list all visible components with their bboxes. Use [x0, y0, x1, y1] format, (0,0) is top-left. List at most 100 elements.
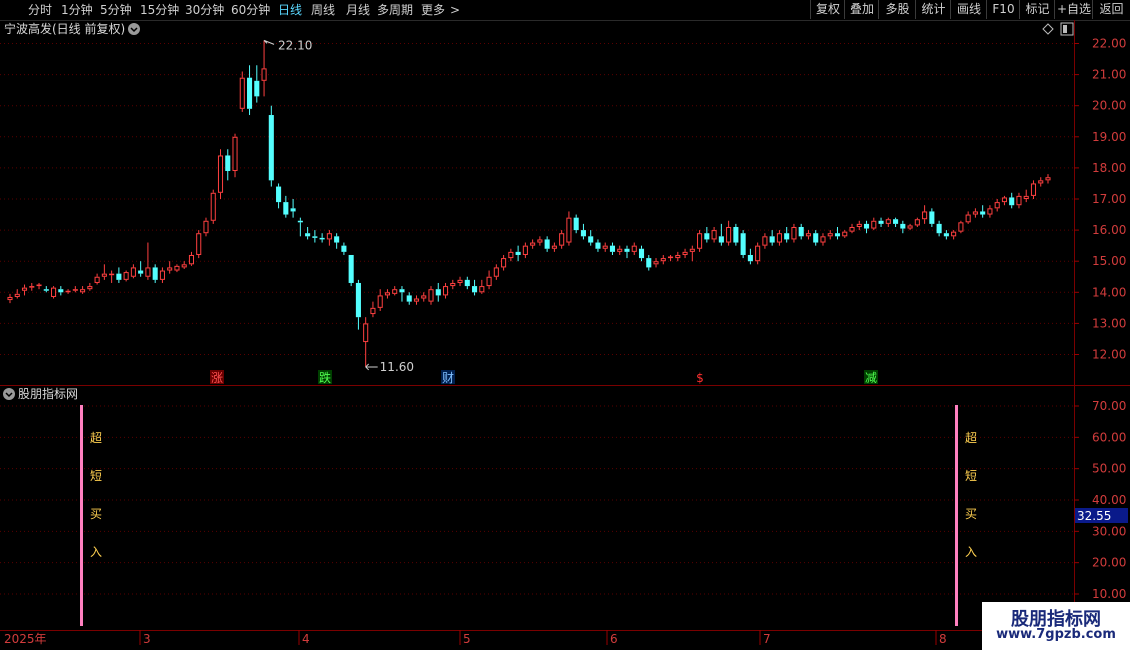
- event-marker[interactable]: 财: [441, 370, 455, 385]
- candle: [450, 279, 456, 290]
- candle: [1023, 189, 1029, 203]
- candle: [421, 292, 427, 302]
- candle: [820, 233, 826, 246]
- candle-body: [1016, 195, 1022, 206]
- indicator-panel-title[interactable]: 股朋指标网: [18, 386, 78, 401]
- candle: [493, 264, 499, 280]
- candle-body: [1023, 195, 1029, 199]
- buy-signal-char: 短: [90, 469, 102, 483]
- candle-body: [442, 286, 449, 296]
- diamond-icon[interactable]: [1042, 23, 1054, 35]
- candle-body: [254, 80, 260, 97]
- buy-signal-bar: [80, 405, 83, 626]
- candle: [1045, 174, 1051, 184]
- candle-body: [900, 223, 906, 229]
- candle: [217, 149, 224, 199]
- candle: [733, 223, 739, 246]
- candle: [994, 199, 1000, 212]
- price-axis: 12.00 13.00 14.00 15.00 16.00 17.00 18.00 19.00…: [1074, 37, 1126, 362]
- candle-body: [283, 202, 289, 215]
- candle: [276, 183, 282, 209]
- candle: [319, 233, 325, 243]
- candle-body: [116, 273, 122, 280]
- candle-body: [203, 220, 209, 234]
- candle: [638, 245, 645, 262]
- candle-body: [326, 233, 332, 240]
- candle: [544, 236, 550, 252]
- indicator-tick-label: 30.00: [1092, 524, 1126, 538]
- candle-body: [377, 295, 383, 308]
- candle: [885, 217, 891, 227]
- main-panel-title[interactable]: 宁波高发(日线 前复权): [4, 21, 125, 36]
- candle-body: [893, 219, 899, 224]
- chevron-down-icon[interactable]: [128, 23, 140, 35]
- candle-body: [174, 265, 180, 271]
- indicator-tick-label: 70.00: [1092, 399, 1126, 413]
- price-tick-label: 12.00: [1092, 348, 1126, 362]
- candle-body: [232, 136, 238, 172]
- candle-body: [573, 217, 579, 231]
- candle: [101, 264, 107, 280]
- candle-body: [138, 270, 144, 274]
- candle-body: [914, 219, 920, 226]
- candle: [486, 270, 492, 290]
- candle: [413, 295, 420, 305]
- candle: [94, 273, 100, 285]
- candle-body: [225, 155, 231, 172]
- candle-body: [341, 245, 347, 252]
- candle-body: [704, 233, 710, 240]
- date-label: 2025年: [4, 632, 47, 646]
- candle-body: [733, 226, 739, 243]
- panel-toggle-icon[interactable]: [1060, 22, 1074, 36]
- candle: [36, 282, 42, 290]
- candle: [573, 214, 579, 234]
- candle-body: [588, 236, 594, 243]
- candle-body: [595, 242, 601, 249]
- candle-body: [268, 115, 274, 181]
- event-marker-label: 涨: [211, 370, 223, 385]
- candle-body: [217, 155, 224, 193]
- candle-body: [660, 258, 666, 262]
- candle: [907, 223, 913, 231]
- candle-body: [675, 254, 681, 259]
- candle: [965, 211, 971, 224]
- candle-body: [384, 292, 390, 296]
- candle: [951, 230, 957, 240]
- candle: [326, 230, 332, 246]
- candle: [697, 230, 703, 252]
- candle-body: [196, 233, 202, 255]
- candle: [268, 105, 274, 187]
- candle-body: [239, 77, 245, 109]
- candlestick-series: [7, 40, 1051, 367]
- candle-body: [784, 233, 790, 240]
- candle-body: [965, 214, 971, 223]
- candle: [334, 233, 340, 249]
- event-marker[interactable]: 涨: [210, 370, 224, 385]
- candle: [646, 254, 652, 271]
- candle-body: [682, 251, 688, 255]
- date-label: 3: [143, 632, 151, 646]
- candle: [21, 284, 28, 296]
- indicator-chevron-down-icon[interactable]: [3, 388, 15, 400]
- event-marker[interactable]: 跌: [318, 370, 332, 385]
- event-marker[interactable]: $: [696, 371, 704, 385]
- chart-area[interactable]: 12.00 13.00 14.00 15.00 16.00 17.00 18.00 19.00…: [0, 0, 1130, 650]
- candle: [203, 217, 209, 237]
- event-marker[interactable]: 减: [864, 370, 878, 385]
- candle: [392, 286, 398, 296]
- candle: [537, 236, 543, 246]
- candle-body: [363, 323, 369, 343]
- candle-body: [1030, 183, 1037, 196]
- candle-body: [399, 289, 405, 293]
- candle: [849, 223, 855, 234]
- candle-body: [36, 284, 42, 287]
- event-marker-label: $: [696, 371, 704, 385]
- candle: [152, 264, 158, 283]
- candle-body: [537, 239, 543, 243]
- indicator-tick-label: 60.00: [1092, 430, 1126, 444]
- candle: [871, 217, 877, 231]
- candle: [914, 217, 920, 227]
- candle-body: [980, 211, 986, 215]
- candle-body: [878, 220, 884, 224]
- candle-body: [145, 267, 151, 277]
